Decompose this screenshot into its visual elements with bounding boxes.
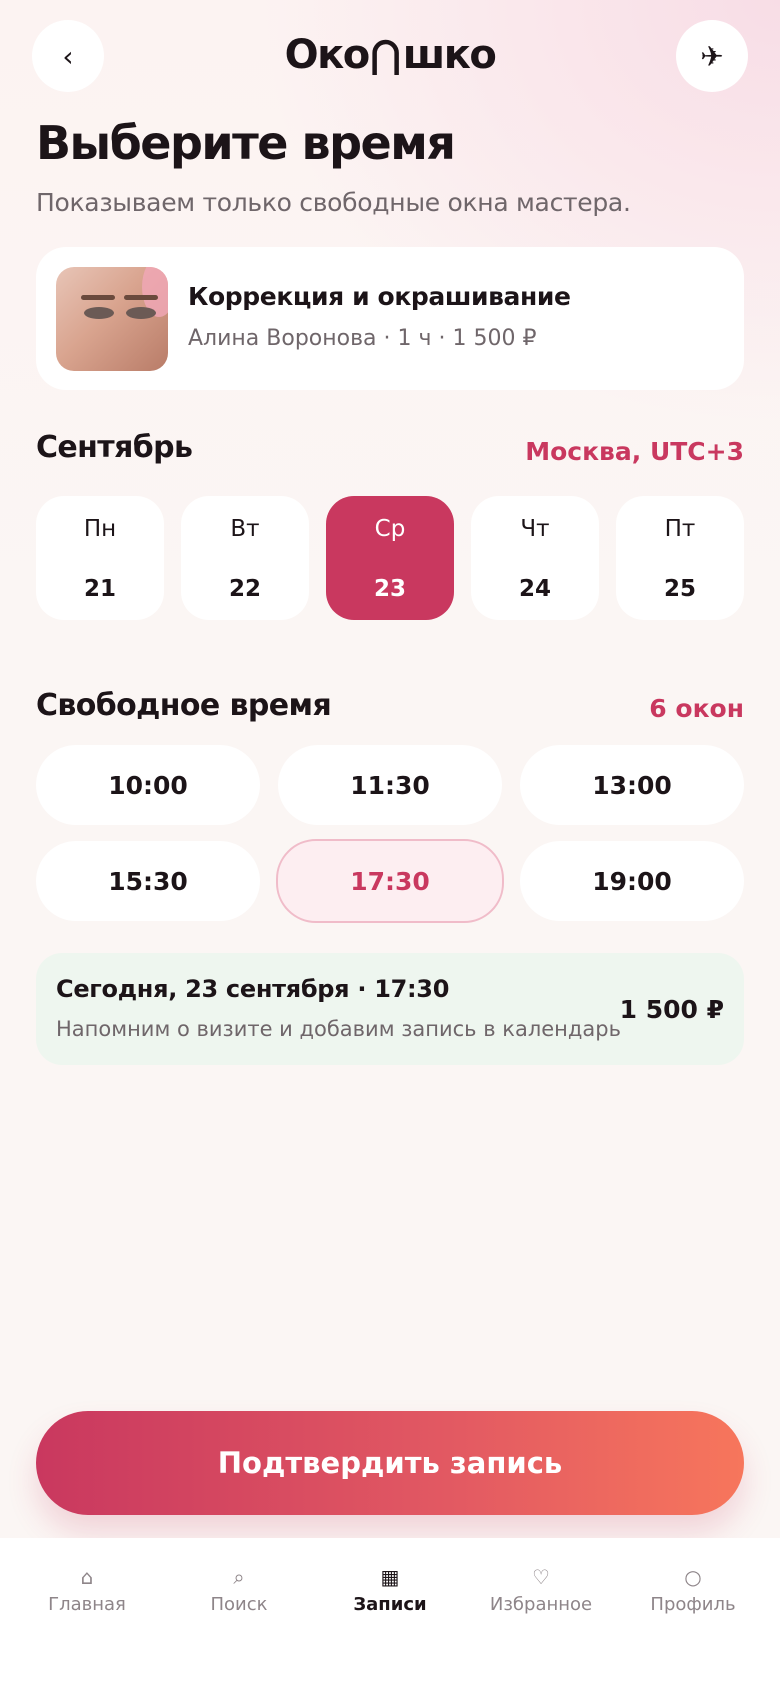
master-photo xyxy=(56,267,168,371)
heart-icon: ♡ xyxy=(532,1565,550,1589)
tab-label: Избранное xyxy=(489,1594,593,1615)
day-name: Пт xyxy=(664,516,696,542)
day-number: 25 xyxy=(663,576,696,602)
app-logo: Око шко xyxy=(284,32,497,78)
tab-search[interactable]: ⌕ Поиск xyxy=(163,1562,315,1622)
profile-icon: ○ xyxy=(684,1565,702,1589)
time-slot[interactable]: 15:30 xyxy=(36,841,260,921)
summary-price: 1 500 ₽ xyxy=(619,995,724,1024)
page-subtitle: Показываем только свободные окна мастера… xyxy=(36,188,631,217)
tab-favorites[interactable]: ♡ Избранное xyxy=(465,1562,617,1622)
service-card[interactable]: Коррекция и окрашивание Алина Воронова ·… xyxy=(36,247,744,390)
day-name: Вт xyxy=(230,516,260,542)
confirm-booking-button[interactable]: Подтвердить запись xyxy=(36,1411,744,1515)
tab-label: Записи xyxy=(353,1594,427,1615)
timezone-label[interactable]: Москва, UTC+3 xyxy=(525,437,744,466)
service-name: Коррекция и окрашивание xyxy=(188,282,571,311)
booking-summary: Сегодня, 23 сентября · 17:30 Напомним о … xyxy=(36,953,744,1065)
day-item[interactable]: Вт 22 xyxy=(181,496,309,620)
day-name: Пн xyxy=(83,516,117,542)
airplane-icon: ✈ xyxy=(700,39,724,73)
logo-text-right: шко xyxy=(402,32,497,78)
booking-screen: ‹ Око шко ✈ Выберите время Показываем то… xyxy=(0,0,780,1688)
day-number: 22 xyxy=(228,576,261,602)
day-item[interactable]: Пт 25 xyxy=(616,496,744,620)
free-slots-count: 6 окон xyxy=(649,694,744,723)
day-item-selected[interactable]: Ср 23 xyxy=(326,496,454,620)
time-slot[interactable]: 10:00 xyxy=(36,745,260,825)
day-name: Чт xyxy=(520,516,550,542)
header: ‹ Око шко ✈ xyxy=(32,20,748,92)
time-slot-selected[interactable]: 17:30 xyxy=(276,839,504,923)
search-icon: ⌕ xyxy=(233,1565,245,1589)
tab-label: Профиль xyxy=(650,1594,736,1615)
day-item[interactable]: Чт 24 xyxy=(471,496,599,620)
share-button[interactable]: ✈ xyxy=(676,20,748,92)
tab-home[interactable]: ⌂ Главная xyxy=(11,1562,163,1622)
day-picker: Пн 21 Вт 22 Ср 23 Чт 24 Пт 25 xyxy=(36,496,744,620)
calendar-icon: ▦ xyxy=(380,1565,400,1589)
day-number: 24 xyxy=(518,576,551,602)
day-number: 23 xyxy=(373,576,406,602)
tab-label: Главная xyxy=(48,1594,126,1615)
service-meta: Алина Воронова · 1 ч · 1 500 ₽ xyxy=(188,326,537,351)
home-icon: ⌂ xyxy=(80,1565,94,1589)
tab-profile[interactable]: ○ Профиль xyxy=(617,1562,769,1622)
tab-bookings[interactable]: ▦ Записи xyxy=(314,1562,466,1622)
day-name: Ср xyxy=(374,516,406,542)
time-slot[interactable]: 11:30 xyxy=(278,745,502,825)
time-slot[interactable]: 19:00 xyxy=(520,841,744,921)
time-slot[interactable]: 13:00 xyxy=(520,745,744,825)
day-number: 21 xyxy=(83,576,116,602)
time-slot-grid: 10:00 11:30 13:00 15:30 17:30 19:00 xyxy=(36,745,744,923)
free-time-title: Свободное время xyxy=(36,688,332,723)
window-arch-icon xyxy=(372,39,400,75)
chevron-left-icon: ‹ xyxy=(62,39,74,73)
summary-subtitle: Напомним о визите и добавим запись в кал… xyxy=(56,1017,622,1041)
bottom-tab-bar: ⌂ Главная ⌕ Поиск ▦ Записи ♡ Избранное ○… xyxy=(0,1538,780,1688)
month-label: Сентябрь xyxy=(36,430,193,465)
summary-title: Сегодня, 23 сентября · 17:30 xyxy=(56,975,450,1003)
tab-label: Поиск xyxy=(210,1594,268,1615)
day-item[interactable]: Пн 21 xyxy=(36,496,164,620)
back-button[interactable]: ‹ xyxy=(32,20,104,92)
logo-text-left: Око xyxy=(284,32,371,78)
page-title: Выберите время xyxy=(36,116,456,170)
